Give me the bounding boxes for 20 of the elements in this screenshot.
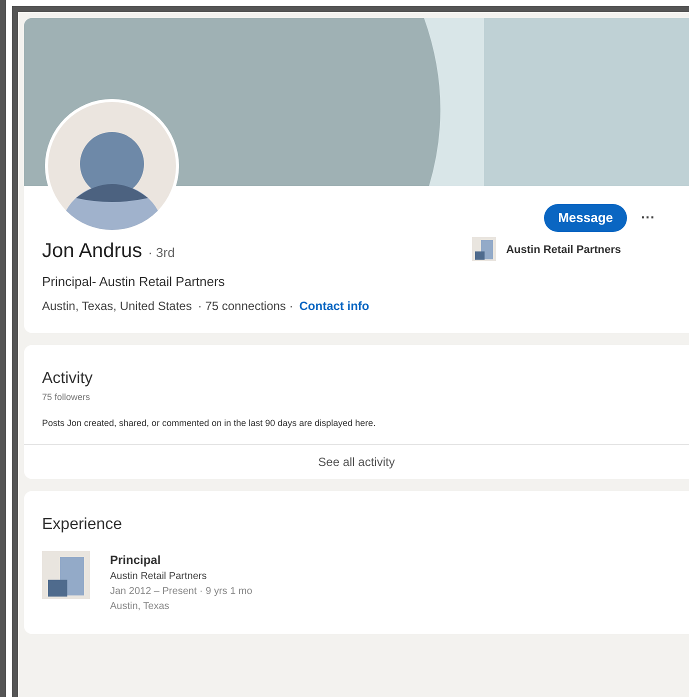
company-name[interactable]: Austin Retail Partners (506, 242, 621, 258)
location: Austin, Texas, United States (42, 298, 192, 315)
job-location: Austin, Texas (110, 600, 170, 614)
see-all-activity-button[interactable]: See all activity (24, 444, 689, 479)
followers-count: 75 followers (42, 391, 92, 404)
activity-description: Posts Jon created, shared, or commented on in the last 90 days are displayed here. (42, 416, 377, 430)
section-title: Experience (42, 515, 124, 535)
job-title: Principal (110, 552, 162, 569)
connections: · 75 connections · (198, 298, 294, 315)
more-button[interactable]: ··· (641, 207, 655, 228)
headline: Principal- Austin Retail Partners (42, 272, 226, 291)
company-name: Austin Retail Partners (110, 570, 208, 584)
connection-degree: · 3rd (148, 244, 175, 262)
message-button[interactable]: Message (544, 204, 627, 232)
company-logo (42, 551, 90, 599)
company-logo (472, 236, 496, 262)
profile-name: Jon Andrus (42, 238, 142, 264)
contact-info-link[interactable]: Contact info (299, 297, 370, 315)
job-dates: Jan 2012 – Present · 9 yrs 1 mo (110, 585, 252, 599)
section-title: Activity (42, 369, 94, 389)
